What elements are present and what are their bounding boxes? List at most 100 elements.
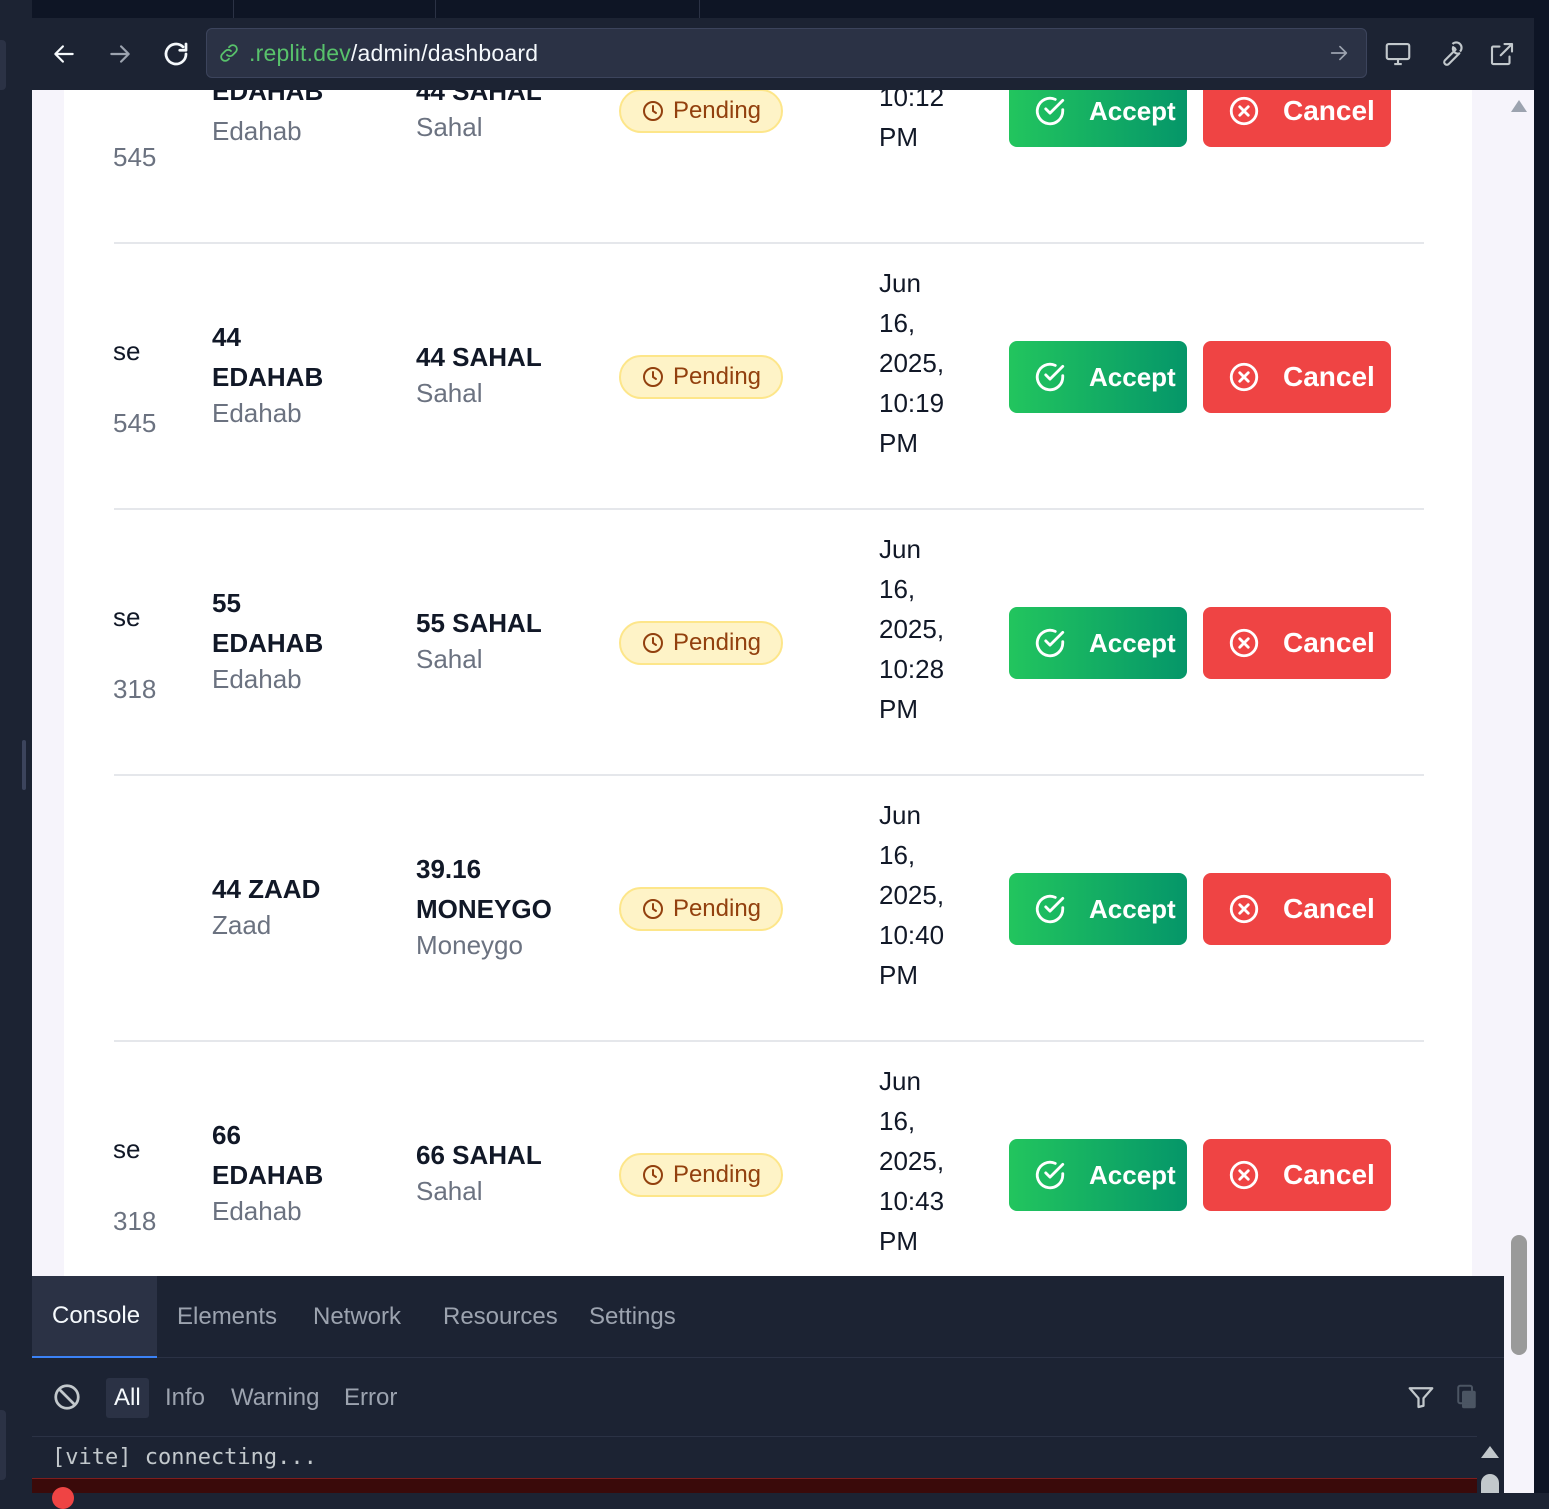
date-line: 2025, xyxy=(879,614,945,644)
date-line: Jun xyxy=(879,1066,921,1096)
transactions-table-card: 545 EDAHAB Edahab 44 SAHAL Sahal Pending 2025,… xyxy=(64,90,1472,1276)
from-method: EDAHAB xyxy=(212,1160,324,1190)
accept-label: Accept xyxy=(1089,627,1176,658)
check-circle-icon xyxy=(1035,96,1065,126)
tab-resources[interactable]: Resources xyxy=(423,1276,578,1358)
devtools-button[interactable] xyxy=(1432,36,1468,72)
cancel-label: Cancel xyxy=(1283,893,1375,924)
to-provider: Sahal xyxy=(416,378,483,408)
date-line: PM xyxy=(879,428,918,458)
date-line: 10:43 xyxy=(879,1186,945,1216)
status-badge: Pending xyxy=(619,887,783,931)
tab-strip xyxy=(32,0,1534,18)
accept-button[interactable]: Accept xyxy=(1009,873,1187,945)
from-provider: Zaad xyxy=(212,910,272,940)
from-method: EDAHAB xyxy=(212,90,324,106)
date-line: 10:28 xyxy=(879,654,945,684)
cancel-button[interactable]: Cancel xyxy=(1203,341,1391,413)
cancel-label: Cancel xyxy=(1283,361,1375,392)
scrollbar-thumb[interactable] xyxy=(1511,1235,1527,1355)
cancel-button[interactable]: Cancel xyxy=(1203,1139,1391,1211)
to-amount: 44 SAHAL xyxy=(416,342,542,372)
accept-button[interactable]: Accept xyxy=(1009,607,1187,679)
cancel-button[interactable]: Cancel xyxy=(1203,90,1391,147)
copy-button[interactable] xyxy=(1452,1382,1482,1412)
go-arrow-icon[interactable] xyxy=(1328,42,1350,64)
from-amount: 66 xyxy=(212,1120,241,1150)
console-error-line xyxy=(32,1478,1477,1509)
from-provider: Edahab xyxy=(212,116,302,146)
block-icon xyxy=(54,1384,80,1410)
cancel-button[interactable]: Cancel xyxy=(1203,873,1391,945)
left-panel-tab-bottom[interactable] xyxy=(0,1410,6,1480)
partial-type-text: se xyxy=(113,1134,141,1164)
filter-info[interactable]: Info xyxy=(157,1378,213,1418)
date-line: 16, xyxy=(879,308,916,338)
clear-console-button[interactable] xyxy=(52,1382,82,1412)
arrow-left-icon xyxy=(54,45,74,63)
status-text: Pending xyxy=(672,97,762,124)
page-scrollbar[interactable] xyxy=(1504,90,1534,1493)
tab-console[interactable]: Console xyxy=(32,1276,157,1358)
accept-button[interactable]: Accept xyxy=(1009,90,1187,147)
cancel-button[interactable]: Cancel xyxy=(1203,607,1391,679)
accept-label: Accept xyxy=(1089,95,1176,126)
url-path: /admin/dashboard xyxy=(350,39,539,66)
from-provider: Edahab xyxy=(212,664,302,694)
panel-resize-handle[interactable] xyxy=(22,740,26,790)
status-text: Pending xyxy=(672,895,762,922)
date-line: Jun xyxy=(879,534,921,564)
partial-type-text: se xyxy=(113,336,141,366)
open-new-tab-button[interactable] xyxy=(1484,36,1520,72)
browser-window: .replit.dev/admin/dashboard 545 EDAHAB Eda… xyxy=(0,0,1549,1509)
from-provider: Edahab xyxy=(212,398,302,428)
tab-settings[interactable]: Settings xyxy=(569,1276,696,1358)
tab-stub-2[interactable] xyxy=(234,0,436,18)
status-badge: Pending xyxy=(619,1153,783,1197)
date-line: PM xyxy=(879,1226,918,1256)
to-provider: Sahal xyxy=(416,1176,483,1206)
console-scrollbar[interactable] xyxy=(1477,1436,1504,1493)
reload-icon xyxy=(164,42,188,66)
accept-button[interactable]: Accept xyxy=(1009,1139,1187,1211)
status-badge: Pending xyxy=(619,90,783,133)
to-provider: Sahal xyxy=(416,644,483,674)
back-button[interactable] xyxy=(46,38,82,70)
tab-elements[interactable]: Elements xyxy=(157,1276,297,1358)
tab-stub-1[interactable] xyxy=(32,0,234,18)
filter-all[interactable]: All xyxy=(106,1378,149,1418)
cancel-label: Cancel xyxy=(1283,1159,1375,1190)
tab-stub-3[interactable] xyxy=(436,0,700,18)
table-row: se 318 66 EDAHAB Edahab 66 SAHAL Sahal Pending J… xyxy=(113,1042,1424,1276)
console-filter-bar: All Info Warning Error xyxy=(32,1358,1504,1436)
right-window-edge xyxy=(1534,0,1549,1493)
filter-button[interactable] xyxy=(1406,1382,1436,1412)
left-panel-tab[interactable] xyxy=(0,40,6,90)
to-amount: 66 SAHAL xyxy=(416,1140,542,1170)
wrench-icon xyxy=(1443,41,1463,66)
accept-button[interactable]: Accept xyxy=(1009,341,1187,413)
reload-button[interactable] xyxy=(158,38,194,70)
url-host: .replit.dev xyxy=(249,39,351,66)
cancel-label: Cancel xyxy=(1283,627,1375,658)
forward-button[interactable] xyxy=(102,38,138,70)
tab-network[interactable]: Network xyxy=(293,1276,421,1358)
accept-label: Accept xyxy=(1089,1159,1176,1190)
filter-error[interactable]: Error xyxy=(336,1378,405,1418)
table-row: se 545 44 EDAHAB Edahab 44 SAHAL Sahal Pending J… xyxy=(113,244,1424,510)
console-scrollbar-thumb[interactable] xyxy=(1481,1474,1499,1493)
monitor-icon xyxy=(1385,42,1411,66)
partial-id-text: 318 xyxy=(113,674,157,704)
arrow-right-icon xyxy=(110,45,130,63)
page-viewport: 545 EDAHAB Edahab 44 SAHAL Sahal Pending 2025,… xyxy=(32,90,1504,1276)
devices-button[interactable] xyxy=(1380,36,1416,72)
copy-icon xyxy=(1457,1384,1476,1409)
scroll-up-arrow-icon[interactable] xyxy=(1511,100,1527,112)
partial-id-text: 318 xyxy=(113,1206,157,1236)
address-bar[interactable]: .replit.dev/admin/dashboard xyxy=(206,28,1367,78)
x-circle-icon xyxy=(1229,894,1259,924)
partial-id-text: 545 xyxy=(113,408,157,438)
console-scroll-up-icon[interactable] xyxy=(1481,1446,1499,1458)
filter-warning[interactable]: Warning xyxy=(223,1378,327,1418)
table-row: se 318 55 EDAHAB Edahab 55 SAHAL Sahal Pending J… xyxy=(113,510,1424,776)
